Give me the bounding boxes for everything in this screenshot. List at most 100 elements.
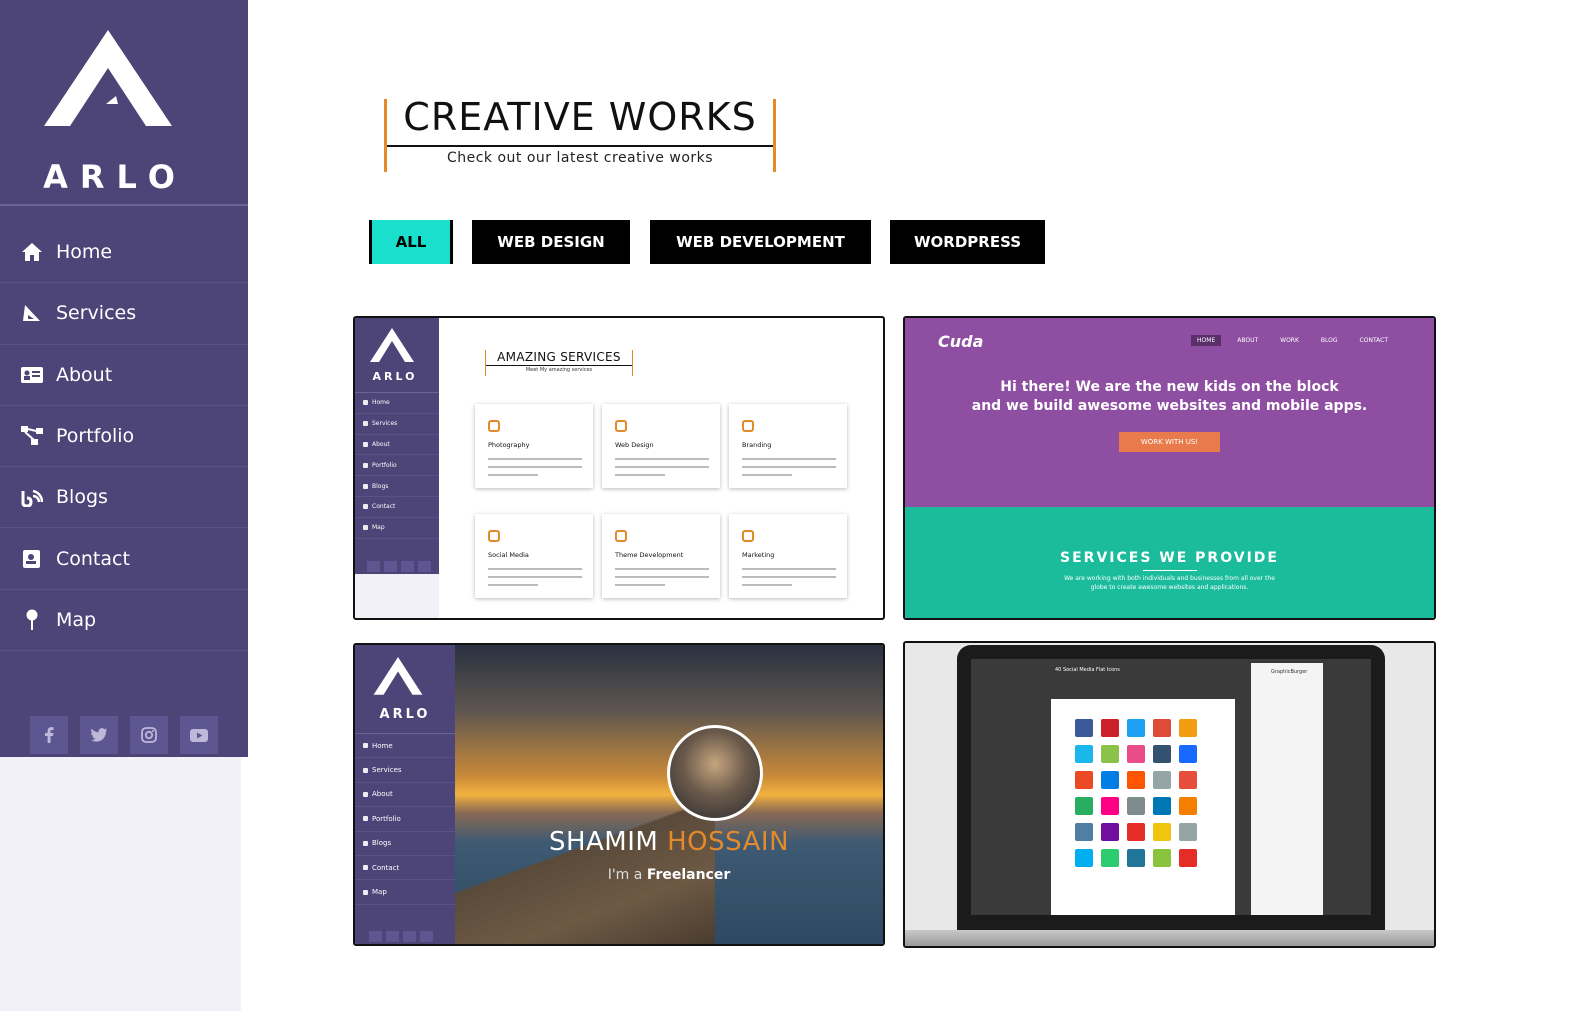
cuda-logo: Cuda [938, 332, 984, 351]
filter-all-button[interactable]: ALL [369, 220, 453, 264]
map-pin-icon [20, 609, 44, 631]
sidebar-item-home[interactable]: Home [0, 222, 248, 284]
chart-icon [742, 530, 754, 542]
sidebar-item-portfolio[interactable]: Portfolio [0, 406, 248, 468]
preview-nav-item: Portfolio [355, 807, 455, 832]
laptop-author: GraphicBurger [1271, 669, 1308, 675]
share-icon [488, 530, 500, 542]
filter-web-design-button[interactable]: WEB DESIGN [472, 220, 630, 264]
service-card: Photography [475, 404, 593, 488]
sidebar-item-label: Blogs [56, 486, 108, 509]
sidebar-item-label: Services [56, 302, 137, 325]
preview-subtitle: Meet My amazing services [525, 367, 593, 373]
profile-first-name: SHAMIM [548, 827, 659, 857]
home-icon [20, 241, 44, 263]
sidebar-item-label: Home [56, 241, 113, 264]
blog-icon [20, 486, 44, 508]
service-name: Theme Development [615, 551, 684, 559]
layout-icon [615, 420, 627, 432]
portfolio-item-services[interactable]: ARLO Home Services About Portfolio Blogs… [353, 316, 885, 620]
brand-name: ARLO [43, 158, 187, 196]
sidebar-footer-area [0, 757, 241, 1011]
arlo-logo-icon [370, 328, 414, 362]
preview-sidebar: ARLO Home Services About Portfolio Blogs… [355, 645, 455, 944]
preview-nav: Home Services About Portfolio Blogs Cont… [355, 392, 439, 539]
preview-nav-item: Map [355, 518, 439, 539]
id-card-icon [20, 364, 44, 386]
portfolio-item-cuda[interactable]: Cuda HOME ABOUT WORK BLOG CONTACT Hi the… [903, 316, 1436, 620]
section-heading: CREATIVE WORKS Check out our latest crea… [384, 95, 776, 172]
arlo-logo-icon [373, 657, 423, 695]
preview-nav-item: About [355, 435, 439, 456]
preview-title: AMAZING SERVICES [497, 350, 621, 364]
service-name: Branding [742, 441, 772, 449]
preview-nav-item: Services [355, 414, 439, 435]
laptop-mockup: 40 Social Media Flat Icons GraphicBurger [957, 645, 1385, 933]
preview-nav-item: Portfolio [355, 455, 439, 477]
preview-nav-item: Contact [355, 856, 455, 881]
sidebar-item-services[interactable]: Services [0, 283, 248, 345]
preview-nav-item: About [355, 783, 455, 808]
facebook-icon[interactable] [30, 716, 68, 754]
youtube-icon[interactable] [180, 716, 218, 754]
preview-nav-item: Blogs [355, 832, 455, 856]
cuda-nav: HOME ABOUT WORK BLOG CONTACT [1191, 335, 1394, 346]
brand-icon [742, 420, 754, 432]
service-name: Web Design [615, 441, 654, 449]
sidebar-item-label: Map [56, 608, 97, 631]
tagline-role: Freelancer [646, 867, 731, 883]
service-card: Branding [729, 404, 847, 488]
social-links [30, 716, 218, 754]
portfolio-item-social-icons[interactable]: 40 Social Media Flat Icons GraphicBurger [903, 641, 1436, 948]
twitter-icon[interactable] [80, 716, 118, 754]
avatar [667, 725, 763, 821]
sidebar-item-label: Portfolio [56, 425, 135, 448]
social-icon-grid [1075, 719, 1197, 867]
preview-nav: Home Services About Portfolio Blogs Cont… [355, 733, 455, 905]
preview-nav-item: Blogs [355, 476, 439, 497]
profile-name: SHAMIM HOSSAIN [455, 827, 883, 857]
wordpress-icon [615, 530, 627, 542]
preview-nav-item: Services [355, 758, 455, 783]
logo[interactable]: ARLO [0, 0, 248, 206]
icon-panel [1051, 699, 1235, 915]
arlo-logo-icon [44, 30, 172, 126]
service-card: Social Media [475, 514, 593, 598]
preview-sidebar: ARLO Home Services About Portfolio Blogs… [355, 318, 439, 618]
cuda-hero-line: and we build awesome websites and mobile… [971, 398, 1368, 414]
tagline-prefix: I'm a [607, 867, 643, 883]
cuda-nav-item: WORK [1280, 337, 1299, 344]
portfolio-item-profile[interactable]: ARLO Home Services About Portfolio Blogs… [353, 643, 885, 946]
profile-last-name: HOSSAIN [667, 827, 790, 857]
preview-section-title: AMAZING SERVICES Meet My amazing service… [485, 350, 633, 376]
cuda-services-line: globe to create awesome websites and app… [1090, 584, 1249, 591]
profile-tagline: I'm a Freelancer [455, 867, 883, 883]
preview-social [369, 931, 433, 942]
instagram-icon[interactable] [130, 716, 168, 754]
service-card: Theme Development [602, 514, 720, 598]
sidebar-item-blogs[interactable]: Blogs [0, 467, 248, 529]
laptop-base [905, 930, 1434, 946]
preview-nav-item: Contact [355, 497, 439, 518]
filter-web-development-button[interactable]: WEB DEVELOPMENT [650, 220, 871, 264]
cuda-nav-item: ABOUT [1237, 337, 1259, 344]
cuda-services-line: We are working with both individuals and… [1064, 575, 1275, 582]
preview-nav-item: Map [355, 880, 455, 905]
camera-icon [488, 420, 500, 432]
service-card: Marketing [729, 514, 847, 598]
service-name: Photography [488, 441, 530, 449]
cuda-services-sub: We are working with both individuals and… [905, 574, 1434, 592]
sidebar-item-map[interactable]: Map [0, 590, 248, 652]
cuda-divider [1143, 570, 1197, 571]
filter-wordpress-button[interactable]: WORDPRESS [890, 220, 1045, 264]
services-icon [20, 302, 44, 324]
service-name: Social Media [488, 551, 529, 559]
laptop-page-header: 40 Social Media Flat Icons [1055, 667, 1120, 673]
cuda-hero-text: Hi there! We are the new kids on the blo… [905, 378, 1434, 416]
sidebar-item-about[interactable]: About [0, 345, 248, 406]
heading-divider [387, 145, 773, 147]
preview-sidebar-footer [355, 574, 439, 618]
sidebar-item-contact[interactable]: Contact [0, 528, 248, 590]
preview-brand: ARLO [372, 370, 418, 383]
laptop-screen: 40 Social Media Flat Icons GraphicBurger [971, 659, 1371, 915]
